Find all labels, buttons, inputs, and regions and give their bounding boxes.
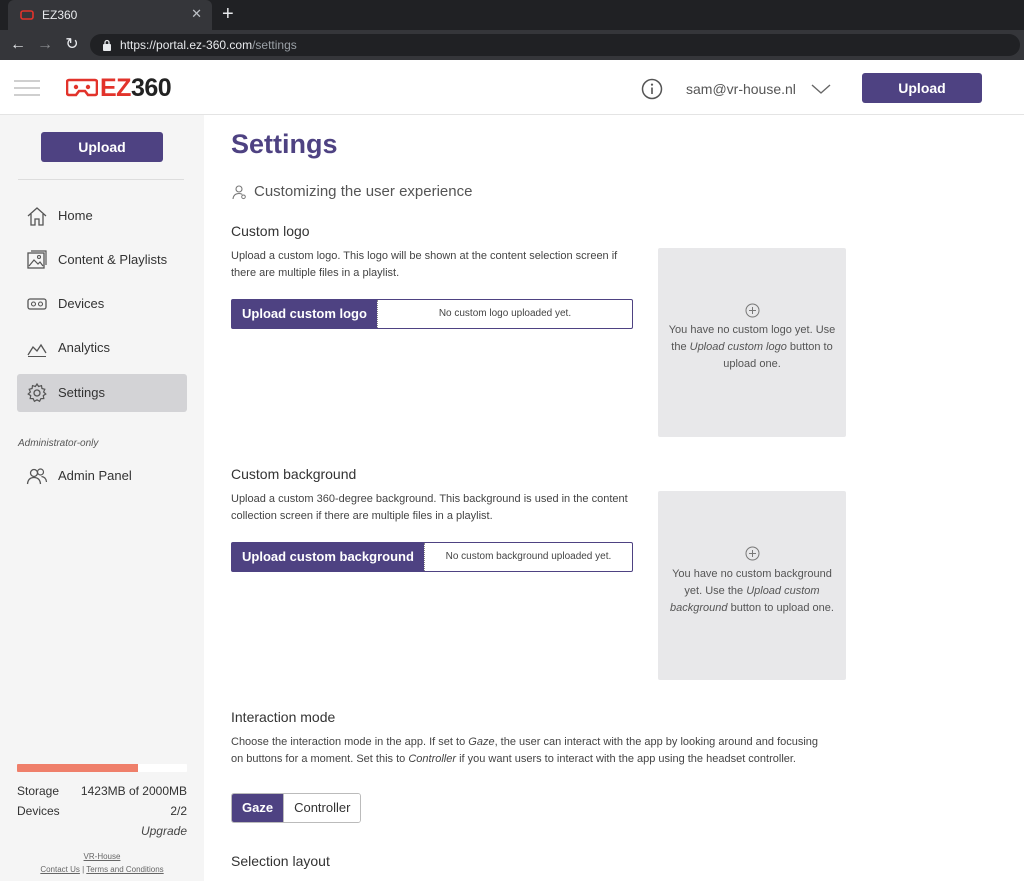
custom-background-upload-group: Upload custom background No custom backg…	[231, 542, 633, 572]
header-upload-button[interactable]: Upload	[862, 73, 982, 103]
sidebar: Upload Home Content & Playlists Devices …	[0, 115, 204, 881]
image-icon	[27, 250, 47, 269]
home-icon	[27, 207, 47, 226]
sidebar-item-analytics[interactable]: Analytics	[17, 329, 187, 367]
devices-stat: Devices 2/2	[17, 804, 187, 818]
contact-us-link[interactable]: Contact Us	[40, 865, 80, 874]
info-icon[interactable]	[641, 78, 663, 100]
custom-background-title: Custom background	[231, 466, 357, 482]
page-title: Settings	[231, 129, 338, 159]
custom-logo-status: No custom logo uploaded yet.	[376, 300, 632, 328]
logo-text-360: 360	[130, 73, 172, 102]
new-tab-icon[interactable]: +	[222, 3, 234, 25]
custom-logo-upload-group: Upload custom logo No custom logo upload…	[231, 299, 633, 329]
hamburger-menu-icon[interactable]	[14, 80, 40, 96]
custom-background-status: No custom background uploaded yet.	[423, 543, 632, 571]
vr-favicon-icon	[20, 10, 34, 20]
user-email[interactable]: sam@vr-house.nl	[686, 81, 796, 97]
terms-link[interactable]: Terms and Conditions	[86, 865, 163, 874]
custom-logo-preview: You have no custom logo yet. Use the Upl…	[658, 248, 846, 437]
footer-links: Contact Us | Terms and Conditions	[40, 865, 164, 874]
gaze-option[interactable]: Gaze	[232, 794, 284, 822]
sidebar-upload-button[interactable]: Upload	[41, 132, 163, 162]
sidebar-item-admin-panel[interactable]: Admin Panel	[17, 457, 187, 495]
selection-layout-title: Selection layout	[231, 853, 330, 869]
custom-logo-preview-text: You have no custom logo yet. Use the Upl…	[668, 324, 836, 370]
url-text: https://portal.ez-360.com/settings	[120, 38, 297, 52]
admin-section-label: Administrator-only	[18, 438, 99, 449]
sidebar-divider	[18, 179, 184, 180]
custom-logo-description: Upload a custom logo. This logo will be …	[231, 250, 618, 279]
url-field[interactable]: https://portal.ez-360.com/settings	[90, 34, 1020, 56]
user-icon	[232, 184, 246, 199]
browser-tab-bar: EZ360 ✕ +	[0, 0, 1024, 30]
upload-custom-logo-button[interactable]: Upload custom logo	[232, 300, 377, 328]
custom-background-description: Upload a custom 360-degree background. T…	[231, 493, 628, 522]
custom-background-preview-text: You have no custom background yet. Use t…	[670, 568, 834, 614]
gear-icon	[27, 382, 47, 403]
plus-circle-icon	[745, 303, 760, 318]
plus-circle-icon	[745, 546, 760, 561]
users-icon	[26, 468, 48, 485]
ez360-logo[interactable]: EZ360	[66, 73, 172, 103]
upload-custom-background-button[interactable]: Upload custom background	[232, 543, 424, 571]
storage-stat: Storage 1423MB of 2000MB	[17, 784, 187, 798]
reload-icon[interactable]: ↻	[63, 36, 81, 54]
storage-usage-bar	[17, 764, 187, 772]
chevron-down-icon[interactable]	[810, 82, 832, 96]
vr-headset-icon	[27, 298, 47, 310]
browser-tab[interactable]: EZ360 ✕	[8, 0, 212, 30]
section-subtitle: Customizing the user experience	[231, 183, 472, 200]
line-chart-icon	[27, 343, 47, 358]
sidebar-item-devices[interactable]: Devices	[17, 285, 187, 323]
interaction-mode-title: Interaction mode	[231, 709, 336, 725]
sidebar-item-home[interactable]: Home	[17, 197, 187, 235]
controller-option[interactable]: Controller	[283, 794, 361, 822]
close-tab-icon[interactable]: ✕	[191, 7, 202, 21]
logo-text-ez: EZ	[100, 73, 131, 102]
forward-arrow-icon[interactable]: →	[36, 36, 54, 54]
back-arrow-icon[interactable]: ←	[9, 36, 27, 54]
custom-background-preview: You have no custom background yet. Use t…	[658, 491, 846, 680]
vr-headset-logo-icon	[66, 78, 98, 97]
browser-tab-title: EZ360	[42, 8, 78, 22]
lock-icon	[103, 39, 111, 51]
interaction-mode-description: Choose the interaction mode in the app. …	[231, 736, 819, 765]
custom-logo-title: Custom logo	[231, 223, 310, 239]
upgrade-link[interactable]: Upgrade	[141, 824, 187, 838]
sidebar-item-settings[interactable]: Settings	[17, 374, 187, 412]
browser-address-bar: ← → ↻ https://portal.ez-360.com/settings	[0, 30, 1024, 60]
footer-company-link[interactable]: VR-House	[0, 852, 204, 861]
sidebar-item-content-playlists[interactable]: Content & Playlists	[17, 241, 187, 279]
interaction-mode-toggle: Gaze Controller	[231, 793, 362, 823]
storage-usage-fill	[17, 764, 138, 772]
